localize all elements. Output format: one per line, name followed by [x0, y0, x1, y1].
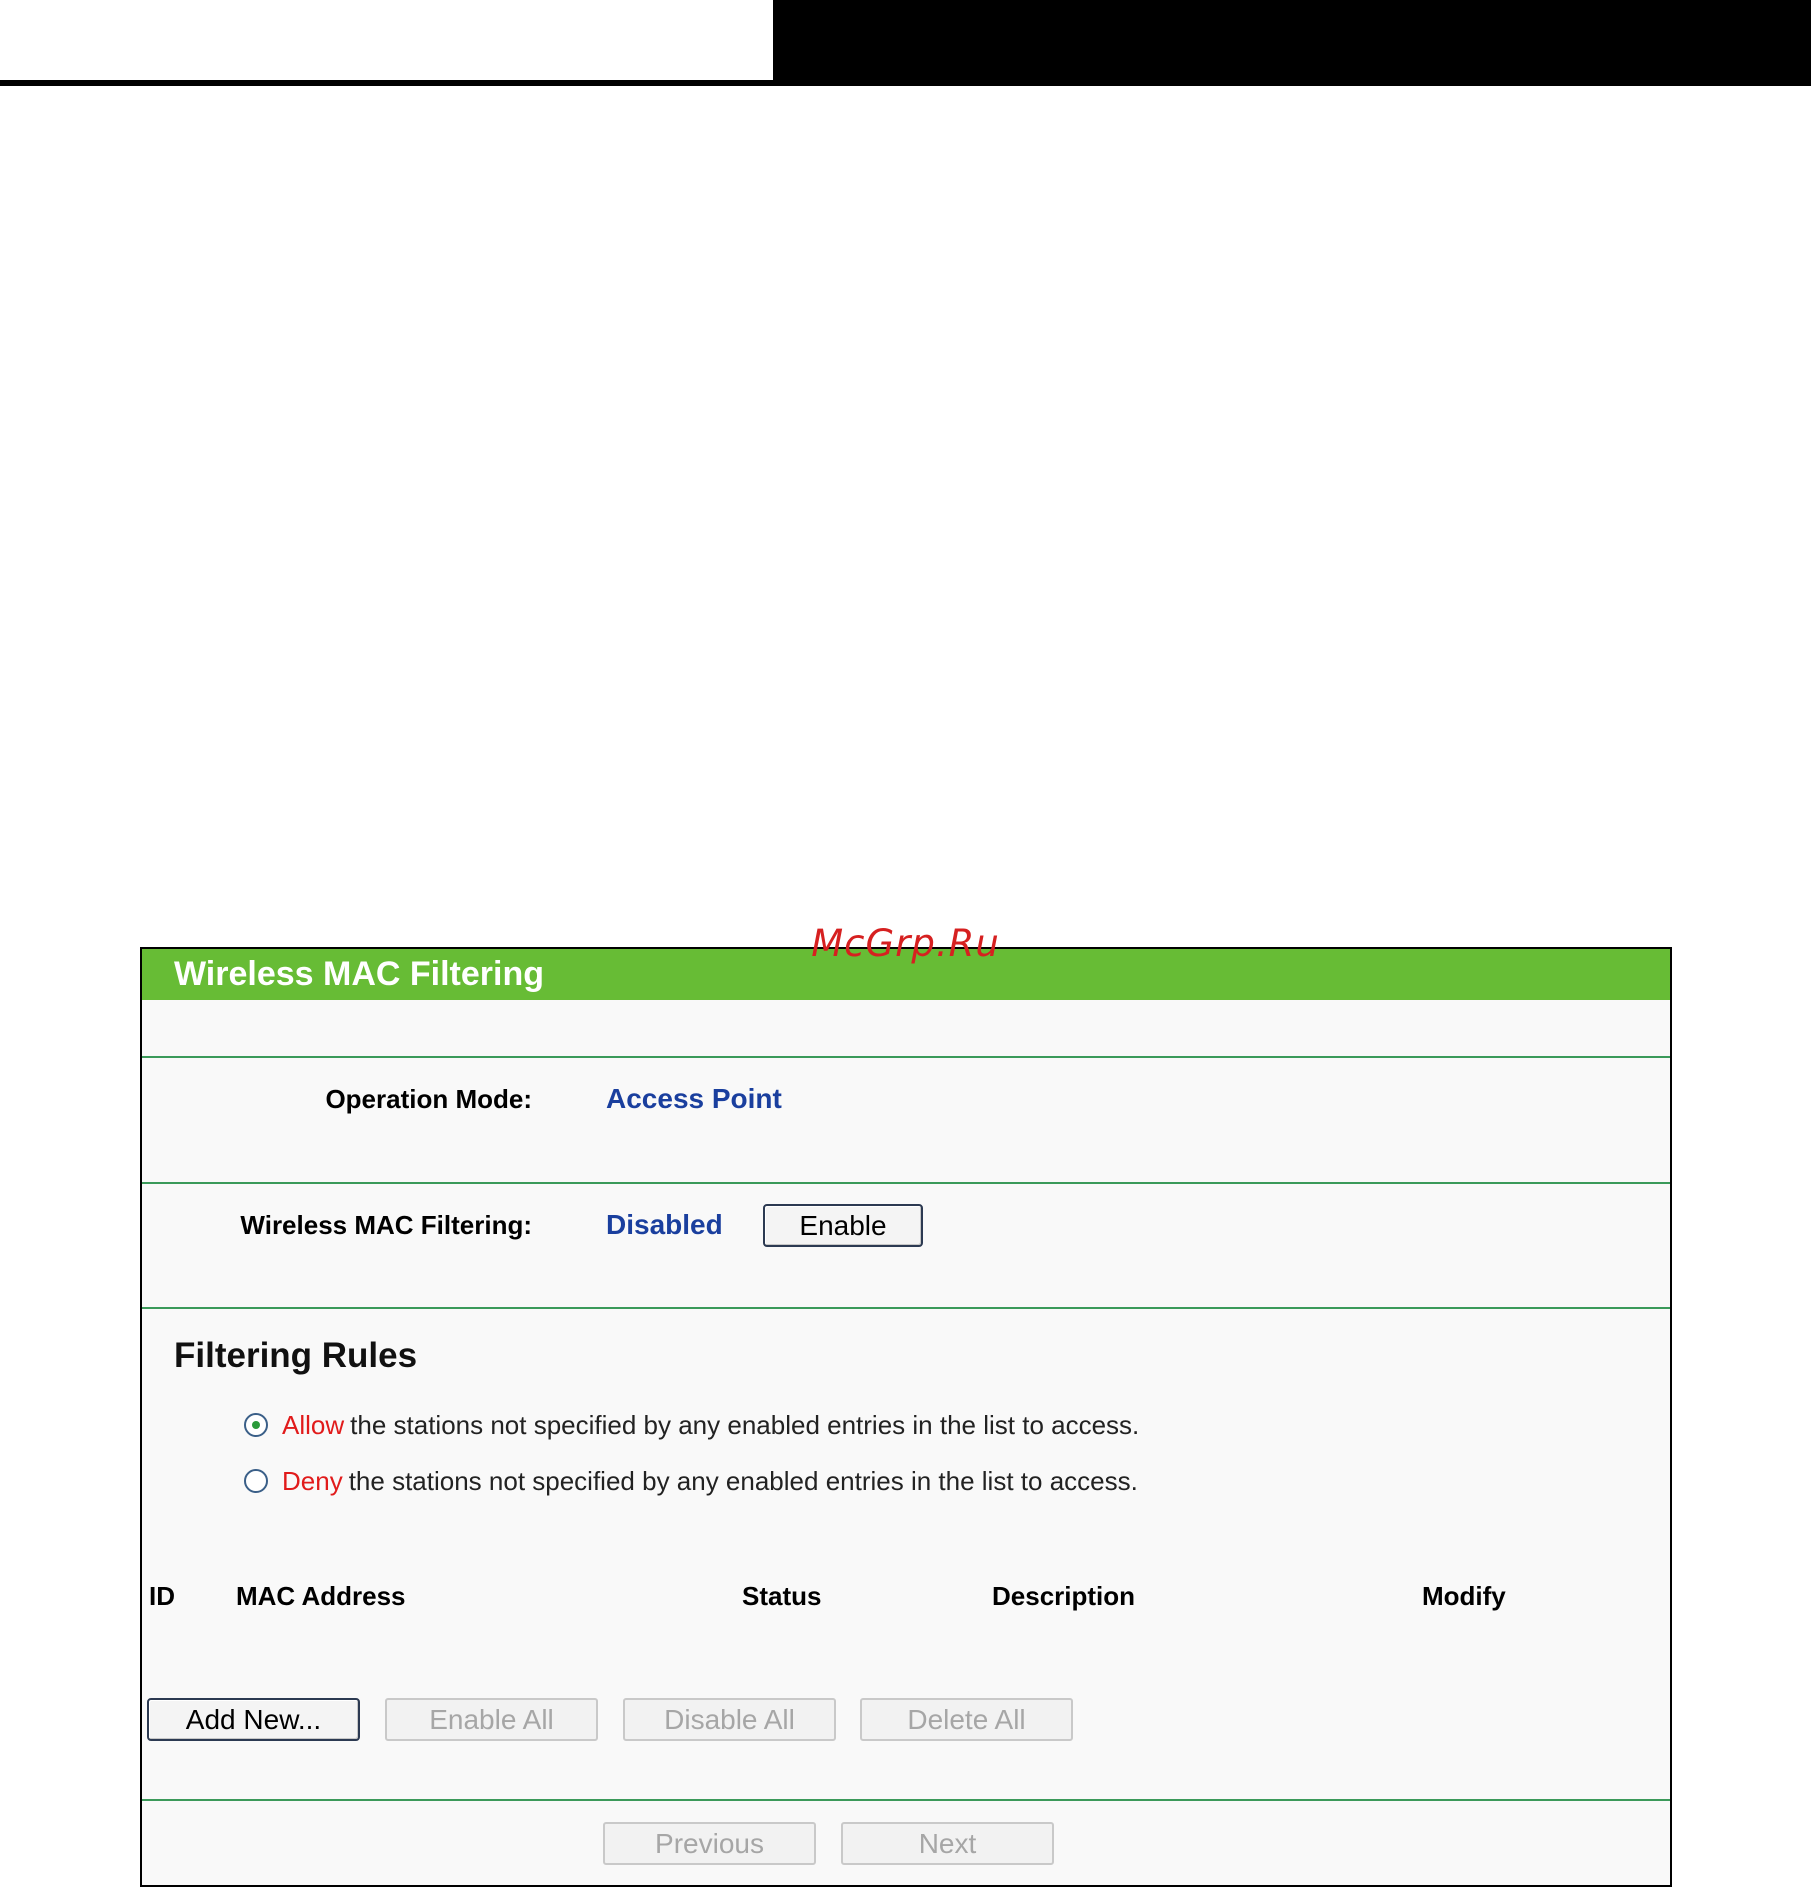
divider — [142, 1799, 1670, 1801]
mac-filtering-status: Disabled — [606, 1209, 723, 1240]
previous-button[interactable]: Previous — [603, 1822, 816, 1865]
mac-filtering-label: Wireless MAC Filtering: — [240, 1210, 532, 1240]
divider — [142, 1307, 1670, 1309]
deny-description: the stations not specified by any enable… — [348, 1465, 1138, 1496]
allow-description: the stations not specified by any enable… — [350, 1409, 1140, 1440]
deny-radio[interactable] — [244, 1469, 268, 1493]
rule-option-allow[interactable]: Allow the stations not specified by any … — [244, 1405, 1139, 1445]
divider — [142, 1182, 1670, 1184]
operation-mode-label: Operation Mode: — [325, 1084, 532, 1114]
filtering-rules-heading: Filtering Rules — [174, 1336, 418, 1375]
header-black-block — [773, 0, 1811, 86]
disable-all-button[interactable]: Disable All — [623, 1698, 836, 1741]
header-rule — [0, 80, 773, 86]
delete-all-button[interactable]: Delete All — [860, 1698, 1073, 1741]
add-new-button[interactable]: Add New... — [147, 1698, 360, 1741]
next-button[interactable]: Next — [841, 1822, 1054, 1865]
column-header-id: ID — [149, 1581, 175, 1611]
enable-all-button[interactable]: Enable All — [385, 1698, 598, 1741]
allow-keyword: Allow — [282, 1409, 345, 1440]
divider — [142, 1056, 1670, 1058]
column-header-modify: Modify — [1422, 1581, 1506, 1611]
column-header-mac-address: MAC Address — [236, 1581, 406, 1611]
mac-filtering-panel: Wireless MAC Filtering Operation Mode: A… — [140, 947, 1672, 1887]
watermark: McGrp.Ru — [811, 922, 1000, 965]
allow-radio[interactable] — [244, 1413, 268, 1437]
deny-keyword: Deny — [282, 1465, 343, 1496]
enable-button[interactable]: Enable — [763, 1204, 923, 1247]
rule-option-deny[interactable]: Deny the stations not specified by any e… — [244, 1461, 1138, 1501]
column-header-status: Status — [742, 1581, 822, 1611]
document-header-bar — [0, 0, 1811, 86]
operation-mode-value: Access Point — [606, 1083, 782, 1114]
column-header-description: Description — [992, 1581, 1136, 1611]
